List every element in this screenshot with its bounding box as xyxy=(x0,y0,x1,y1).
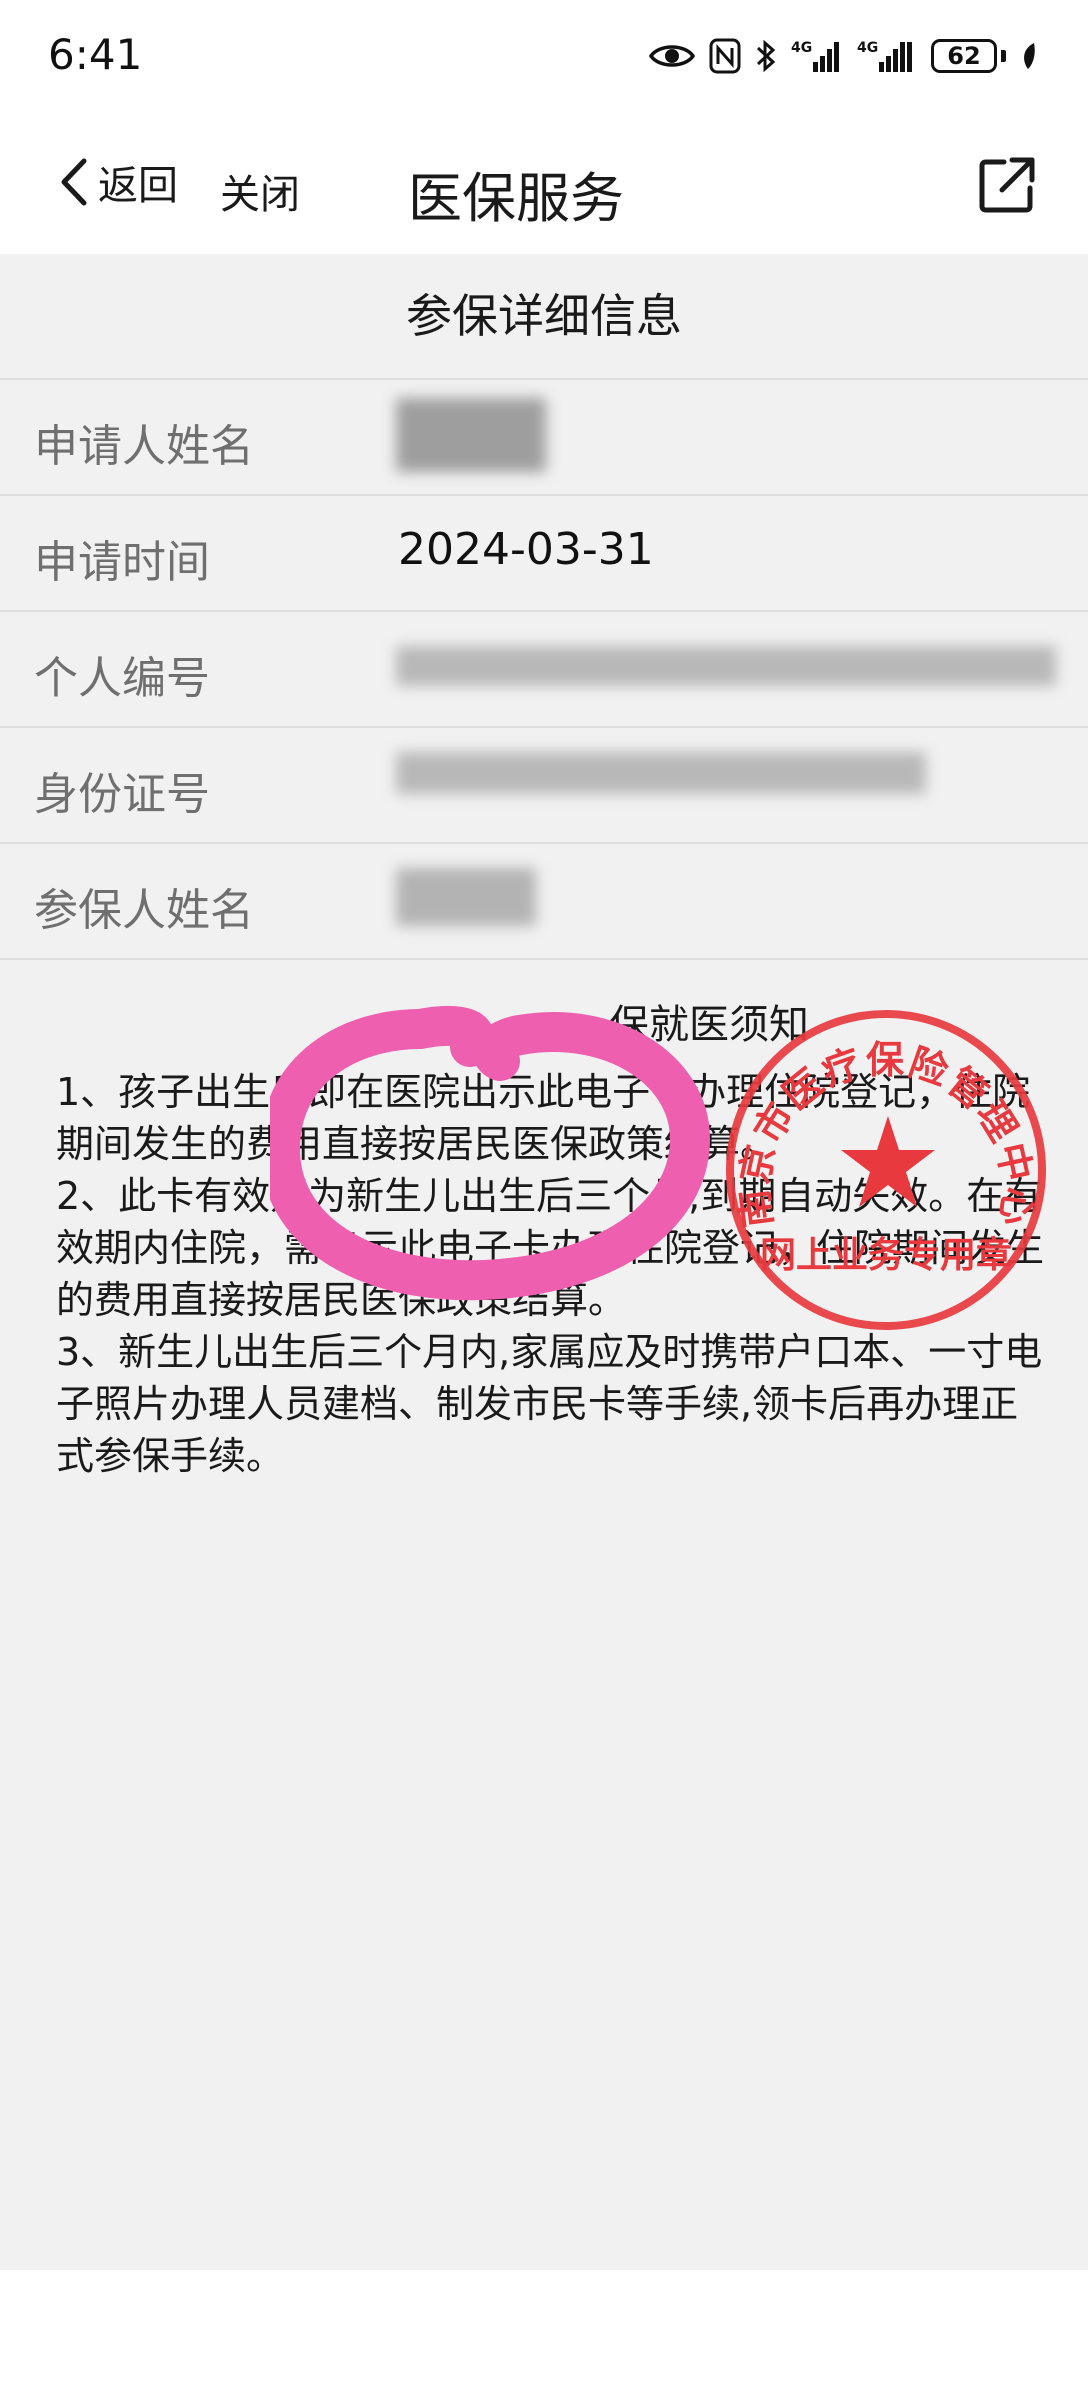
redacted-value xyxy=(396,868,536,926)
back-label: 返回 xyxy=(98,163,178,209)
status-icons: 4G 4G 62 xyxy=(649,36,1038,76)
leaf-icon xyxy=(1024,43,1035,69)
redacted-value xyxy=(396,752,926,794)
external-link-icon[interactable] xyxy=(978,156,1036,214)
info-row-applicant-name: 申请人姓名 xyxy=(0,378,1088,494)
battery-level: 62 xyxy=(947,42,981,70)
svg-text:4G: 4G xyxy=(857,40,878,56)
info-row-id-number: 身份证号 xyxy=(0,726,1088,842)
svg-text:4G: 4G xyxy=(791,40,812,56)
annotation-circle xyxy=(270,1005,710,1301)
bottom-bar xyxy=(0,2270,1088,2400)
info-value: 2024-03-31 xyxy=(398,524,654,575)
battery-tip xyxy=(1001,50,1006,62)
eye-icon xyxy=(649,45,695,67)
info-row-apply-time: 申请时间 2024-03-31 xyxy=(0,494,1088,610)
info-table: 申请人姓名 申请时间 2024-03-31 个人编号 身份证号 参保人姓名 xyxy=(0,378,1088,960)
status-time: 6:41 xyxy=(48,30,143,79)
nfc-icon xyxy=(709,38,741,74)
info-row-insured-name: 参保人姓名 xyxy=(0,842,1088,960)
info-label: 身份证号 xyxy=(34,769,210,820)
info-label: 申请时间 xyxy=(34,537,210,588)
info-label: 个人编号 xyxy=(34,653,210,704)
page-title: 医保服务 xyxy=(408,167,624,230)
signal-4g-icon: 4G xyxy=(791,40,839,72)
stamp-bottom-text: 网上业务专用章 xyxy=(759,1234,1012,1276)
section-title: 参保详细信息 xyxy=(406,289,682,343)
info-label: 申请人姓名 xyxy=(34,421,254,472)
signal-4g-icon: 4G xyxy=(857,40,912,72)
status-bar: 6:41 4G 4G 62 xyxy=(0,0,1088,110)
info-label: 参保人姓名 xyxy=(34,885,254,936)
redacted-value xyxy=(396,398,546,472)
nav-bar: 返回 关闭 医保服务 xyxy=(0,110,1088,254)
official-stamp: 南京市医疗保险管理中心 网上业务专用章 xyxy=(726,1010,1046,1330)
notice-item: 3、新生儿出生后三个月内,家属应及时携带户口本、一寸电子照片办理人员建档、制发市… xyxy=(56,1330,1043,1478)
battery-icon: 62 xyxy=(931,39,997,73)
back-button[interactable]: 返回 xyxy=(58,156,178,209)
redacted-value xyxy=(396,646,1056,686)
close-button[interactable]: 关闭 xyxy=(220,162,300,220)
bluetooth-icon xyxy=(756,39,776,73)
content-area: 参保详细信息 申请人姓名 申请时间 2024-03-31 个人编号 身份证号 参… xyxy=(0,254,1088,2270)
star-icon xyxy=(841,1116,935,1207)
info-row-personal-id: 个人编号 xyxy=(0,610,1088,726)
chevron-left-icon xyxy=(61,158,87,206)
